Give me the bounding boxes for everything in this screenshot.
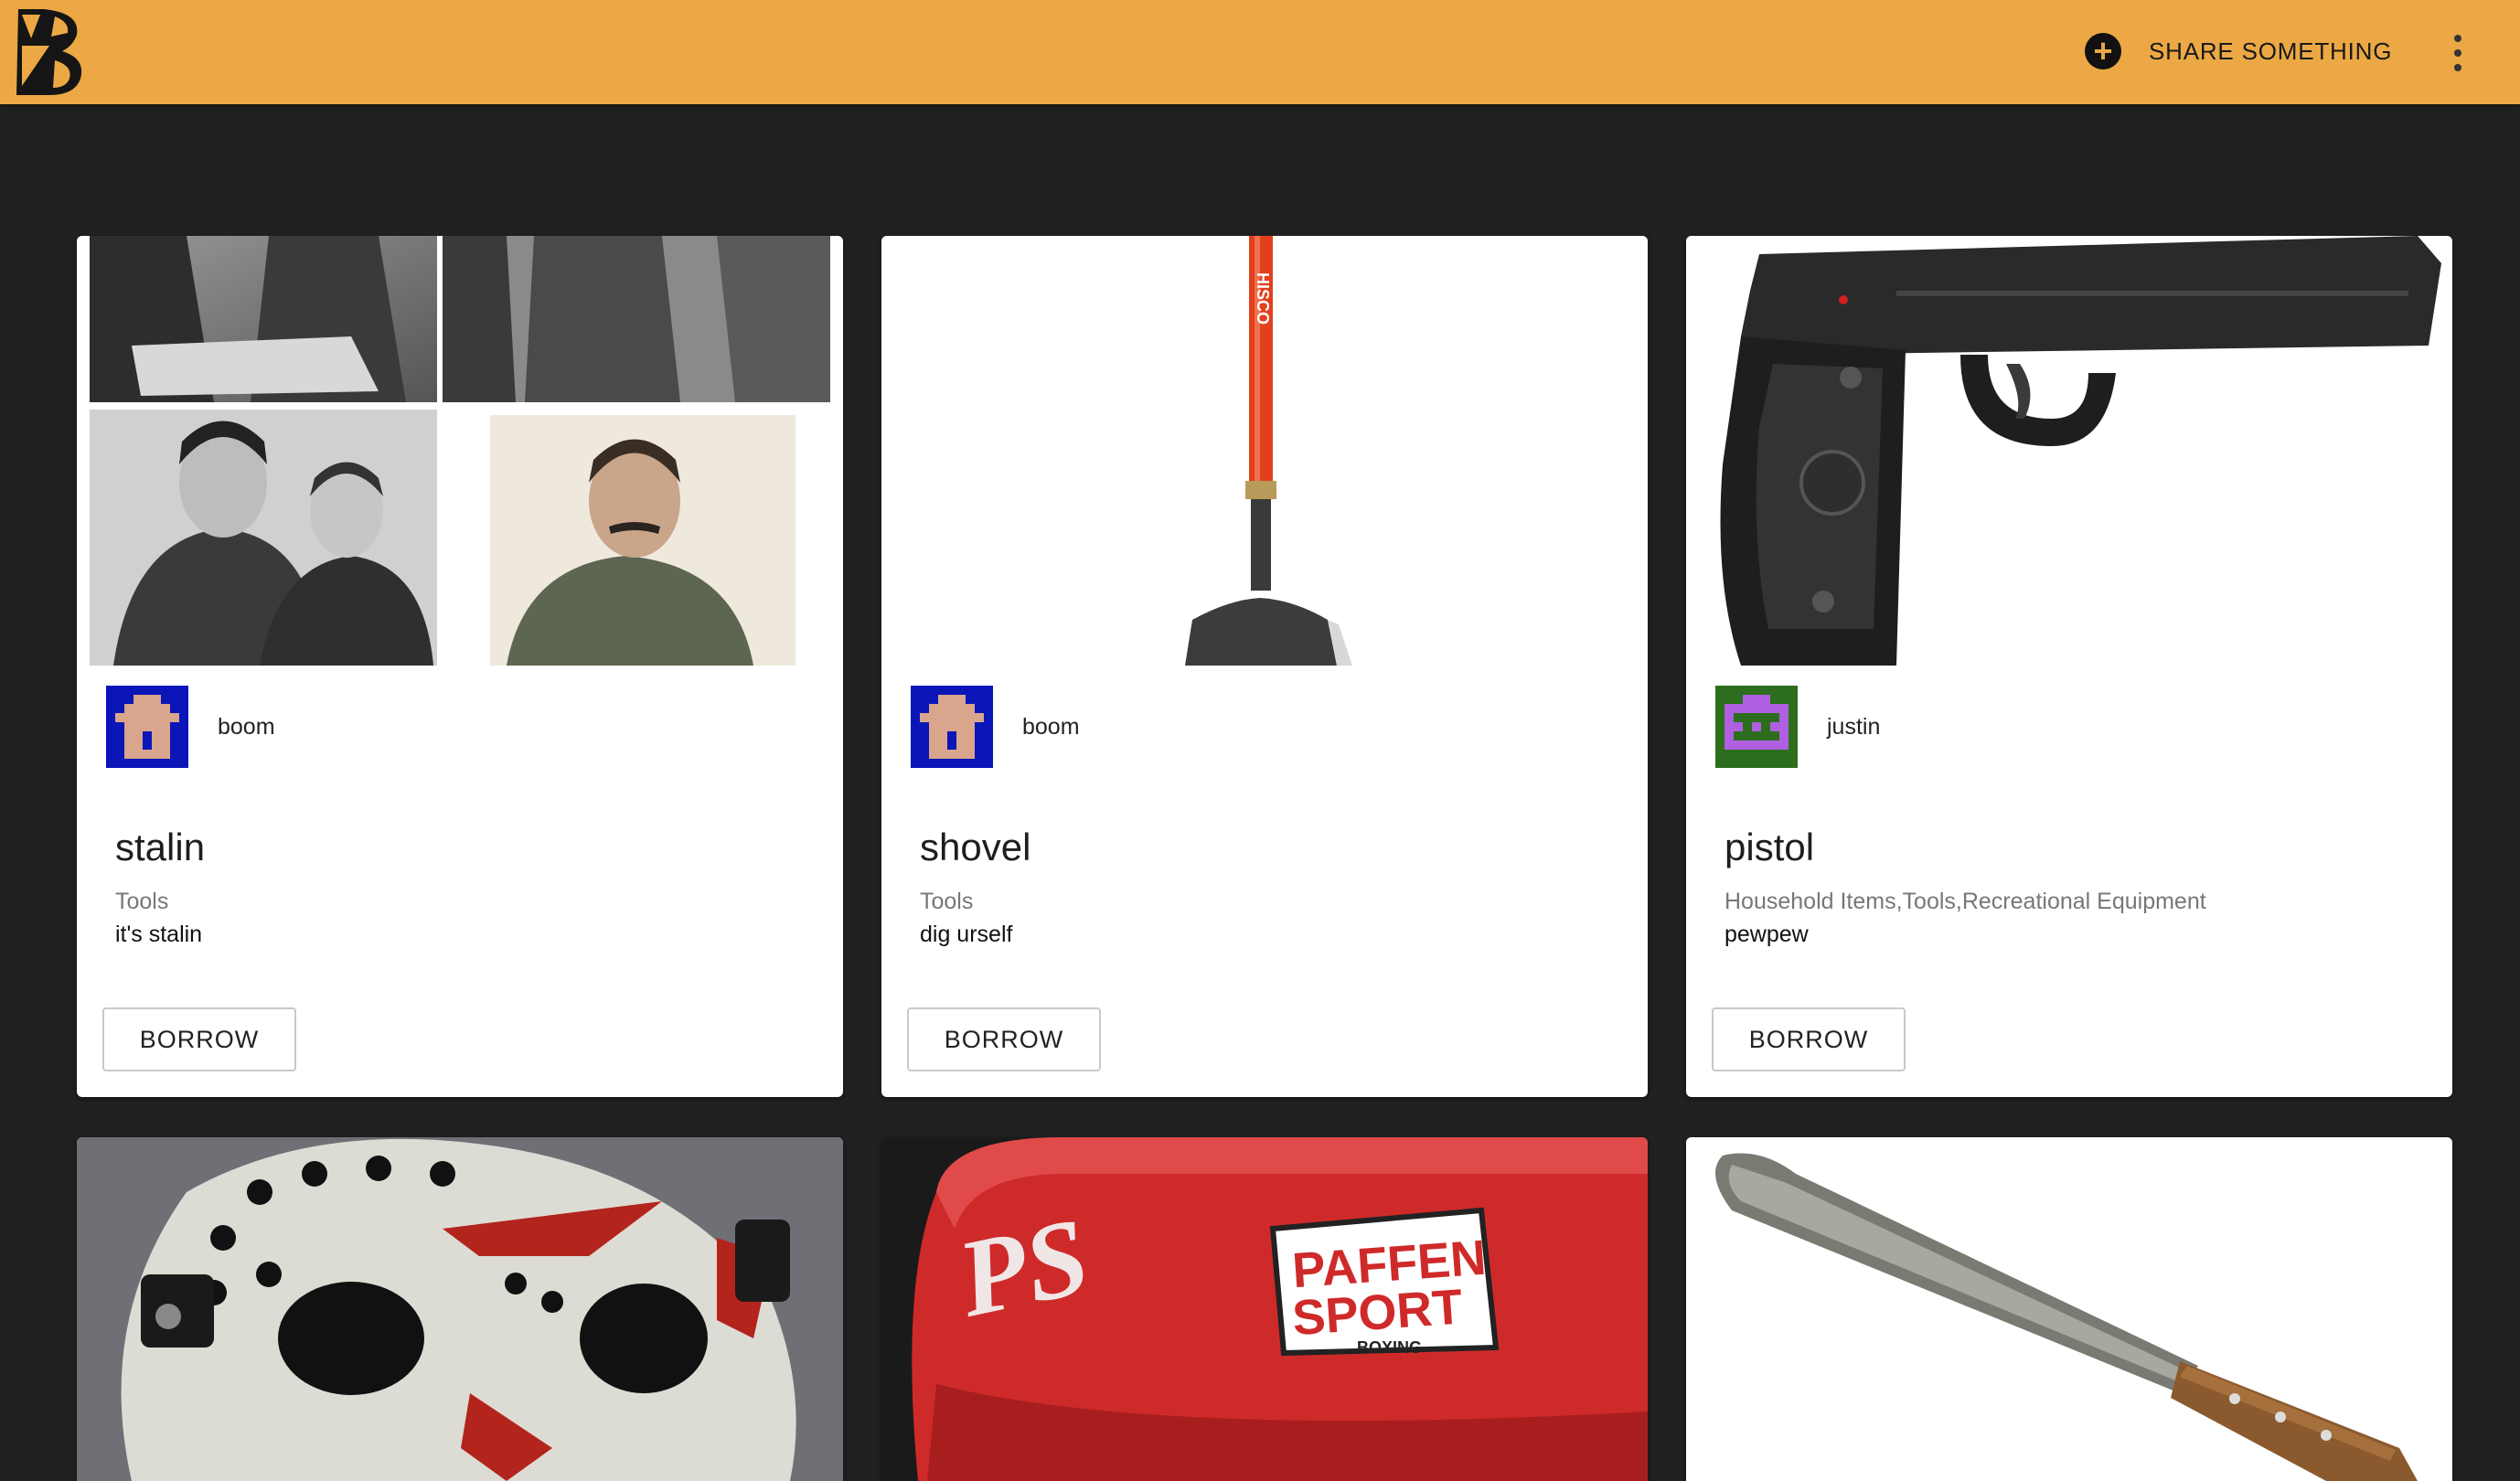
avatar: [106, 686, 188, 768]
avatar: [911, 686, 993, 768]
owner-name: justin: [1827, 713, 1881, 740]
item-card: [77, 1137, 843, 1481]
item-image[interactable]: [1686, 1137, 2452, 1481]
app-bar: + SHARE SOMETHING: [0, 0, 2520, 104]
item-card: boom stalin Tools it's stalin BORROW: [77, 236, 843, 1097]
item-owner: boom: [106, 686, 275, 768]
item-card: PS PAFFEN SPORT BOXING: [881, 1137, 1648, 1481]
share-something-label: SHARE SOMETHING: [2149, 37, 2393, 65]
item-tags: Household Items,Tools,Recreational Equip…: [1724, 889, 2206, 914]
item-image[interactable]: PS PAFFEN SPORT BOXING: [881, 1137, 1648, 1481]
logo-icon[interactable]: [13, 9, 86, 95]
owner-name: boom: [1022, 713, 1080, 740]
item-description: dig urself: [920, 922, 1013, 947]
item-title: shovel: [920, 826, 1031, 868]
item-image[interactable]: [1686, 236, 2452, 666]
item-title: pistol: [1724, 826, 1815, 868]
borrow-button[interactable]: BORROW: [907, 1007, 1101, 1071]
item-tags: Tools: [920, 889, 974, 914]
item-card: justin pistol Household Items,Tools,Recr…: [1686, 236, 2452, 1097]
item-card: [1686, 1137, 2452, 1481]
owner-name: boom: [218, 713, 275, 740]
item-description: it's stalin: [115, 922, 203, 947]
more-vert-icon[interactable]: [2447, 27, 2469, 75]
item-owner: boom: [911, 686, 1080, 768]
borrow-button[interactable]: BORROW: [1712, 1007, 1906, 1071]
item-image[interactable]: [77, 236, 843, 666]
item-tags: Tools: [115, 889, 169, 914]
borrow-button[interactable]: BORROW: [102, 1007, 296, 1071]
item-owner: justin: [1715, 686, 1880, 768]
item-image[interactable]: HISCO: [881, 236, 1648, 666]
item-title: stalin: [115, 826, 206, 868]
item-description: pewpew: [1724, 922, 1809, 947]
share-something-button[interactable]: + SHARE SOMETHING: [2085, 26, 2392, 77]
item-card: HISCO boom shovel Tools dig urself BORRO…: [881, 236, 1648, 1097]
avatar: [1715, 686, 1798, 768]
svg-text:HISCO: HISCO: [1254, 272, 1272, 325]
boxing-brand-line3: BOXING: [1357, 1338, 1422, 1357]
item-image[interactable]: [77, 1137, 843, 1481]
add-circle-icon: +: [2085, 33, 2121, 69]
